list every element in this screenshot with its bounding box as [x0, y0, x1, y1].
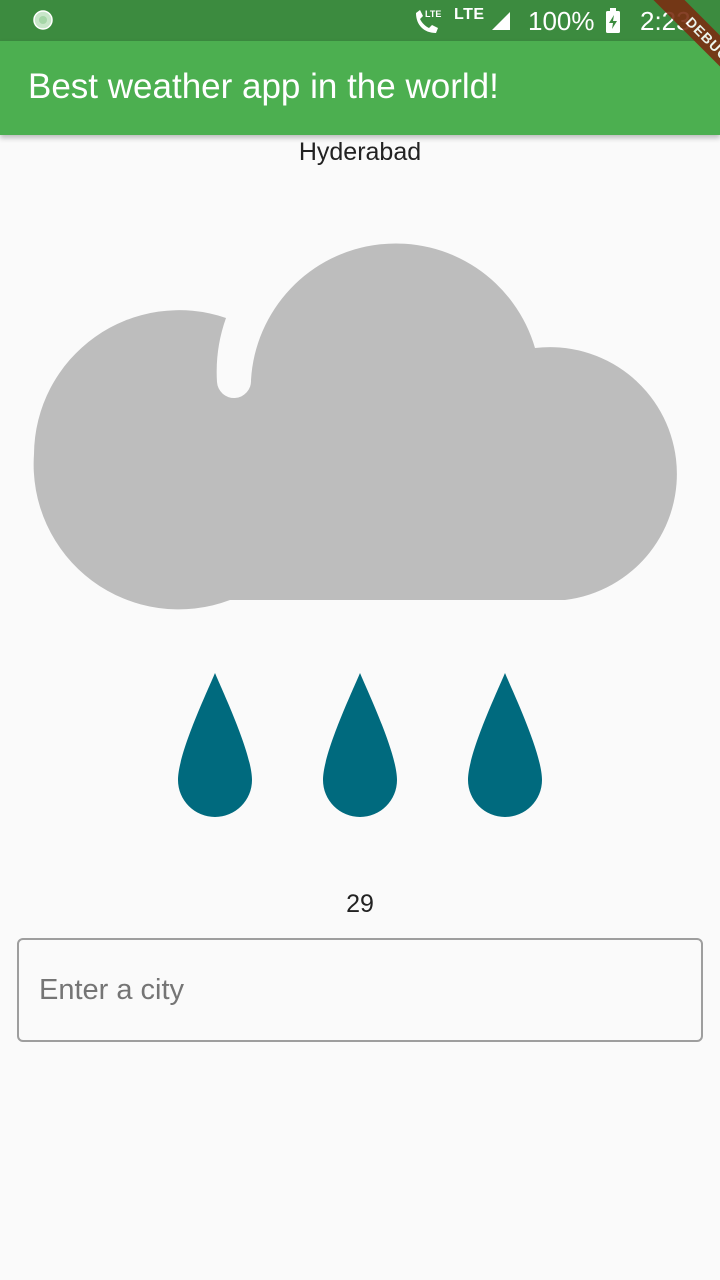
rain-drop — [468, 673, 542, 817]
signal-icon — [492, 12, 510, 30]
temperature-value: 29 — [346, 890, 374, 918]
status-bar: LTE LTE 100% 2:23 — [0, 0, 720, 41]
network-type-label: LTE — [454, 6, 485, 23]
cloud-shape — [33, 243, 677, 610]
app-title: Best weather app in the world! — [28, 67, 499, 106]
rain-drop — [323, 673, 397, 817]
battery-charging-icon — [606, 8, 620, 33]
volte-call-icon: LTE — [416, 9, 441, 33]
weather-screen: LTE LTE 100% 2:23 Best weather app in th… — [0, 0, 720, 1280]
cloud-rain-icon — [33, 243, 677, 817]
svg-text:LTE: LTE — [425, 9, 441, 19]
clock: 2:23 — [640, 6, 691, 36]
battery-percentage: 100% — [528, 6, 595, 36]
app-bar: Best weather app in the world! — [0, 41, 720, 135]
rain-drop — [178, 673, 252, 817]
city-name: Hyderabad — [298, 138, 422, 166]
city-search-input[interactable] — [17, 938, 703, 1042]
sync-icon — [33, 10, 53, 30]
